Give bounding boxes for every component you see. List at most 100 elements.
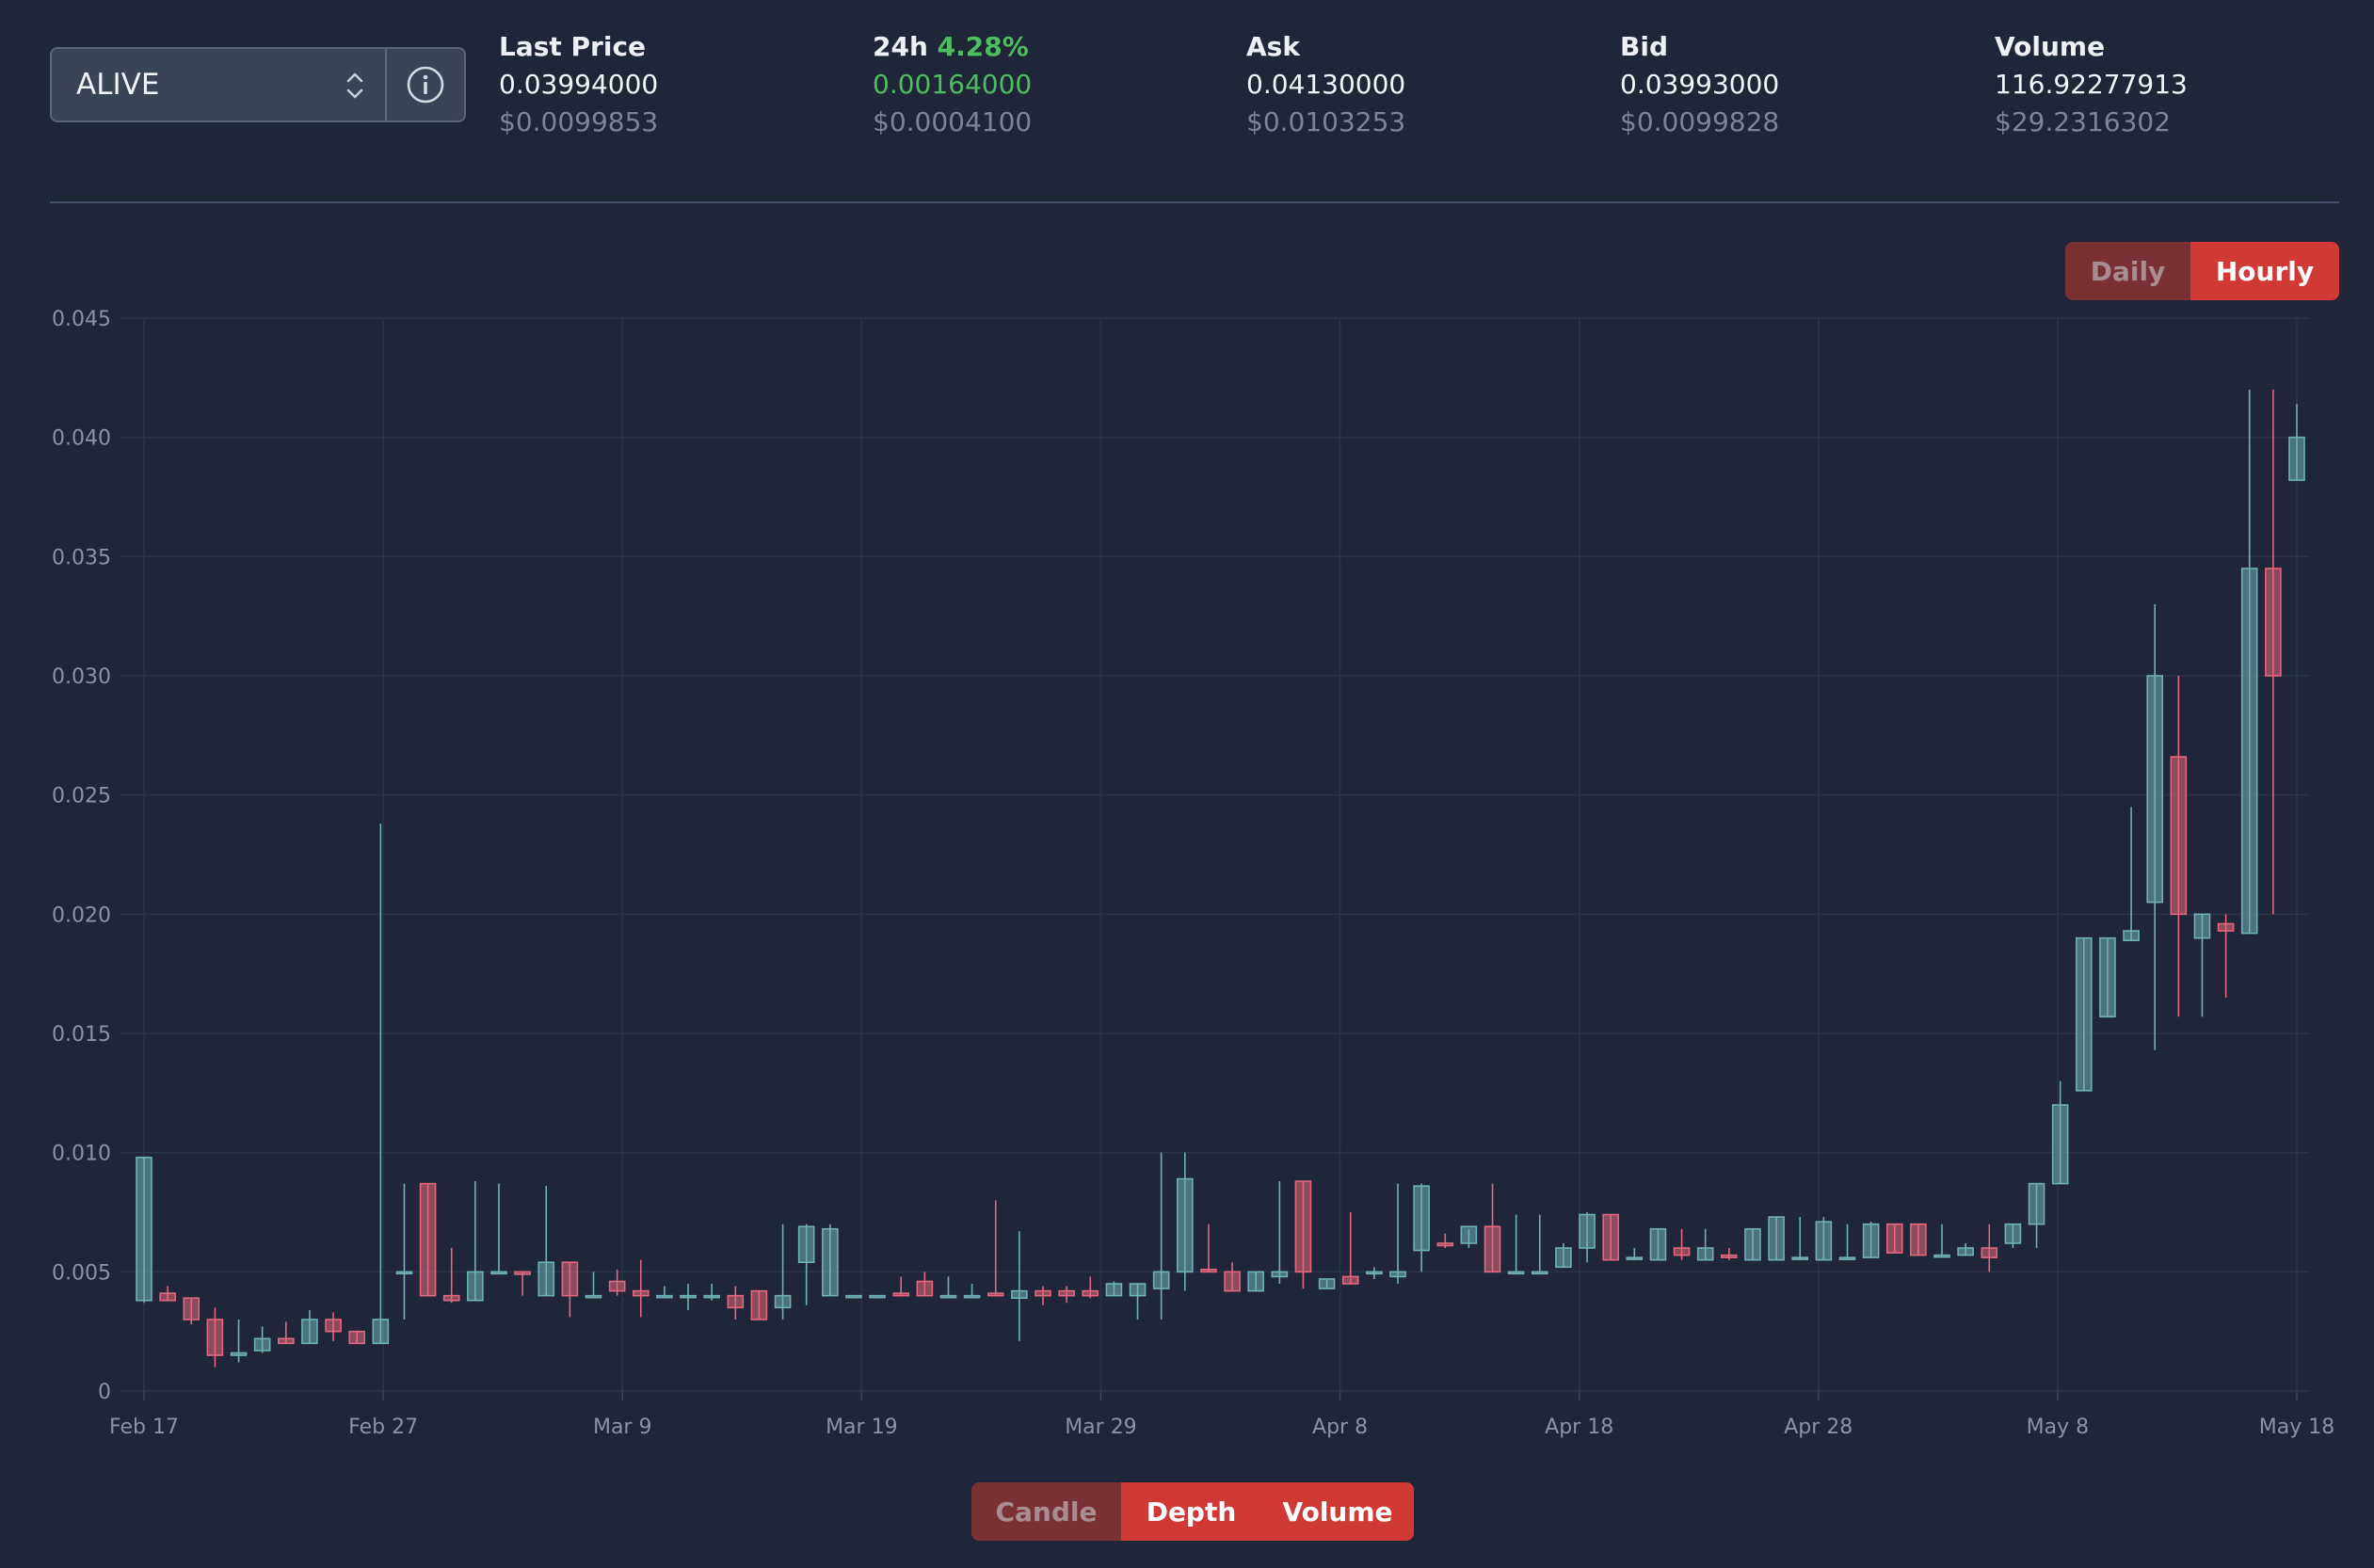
candle-body (2051, 1104, 2069, 1185)
candle (325, 1312, 342, 1341)
candle (822, 1224, 839, 1297)
candle (1696, 1228, 1714, 1261)
candle (727, 1286, 745, 1320)
candle (1177, 1152, 1194, 1291)
candle-body (1129, 1283, 1147, 1297)
candle (939, 1276, 957, 1299)
candle (1579, 1212, 1596, 1263)
candle (419, 1182, 437, 1297)
candle (1105, 1281, 1123, 1297)
candle-body (1294, 1180, 1312, 1273)
candle (1460, 1225, 1478, 1248)
candle-body (1318, 1278, 1336, 1289)
candle-body (1247, 1271, 1264, 1292)
candle (253, 1326, 271, 1353)
candle (1862, 1222, 1880, 1258)
x-axis-labels: Feb 17 Feb 27 Mar 9 Mar 19 Mar 29 Apr 8 Apr 18… (109, 1416, 2334, 1439)
candle (2240, 390, 2258, 935)
candle (1082, 1276, 1099, 1299)
x-tick-label: Mar 29 (1065, 1416, 1137, 1439)
candle (467, 1181, 484, 1302)
candle-body (1436, 1242, 1454, 1247)
view-depth-button[interactable]: Depth (1121, 1482, 1261, 1541)
candle (561, 1261, 579, 1318)
candle (1626, 1248, 1644, 1260)
candle-body (2123, 930, 2140, 941)
candle-body (2240, 568, 2258, 935)
candle-body (206, 1319, 224, 1356)
candle (1436, 1233, 1454, 1248)
view-volume-button[interactable]: Volume (1261, 1482, 1414, 1541)
candle (963, 1284, 981, 1299)
candle-body (1673, 1247, 1691, 1256)
candle-body (1910, 1223, 1927, 1256)
candle-body (1721, 1254, 1738, 1258)
candle (680, 1284, 697, 1310)
candle-body (1105, 1283, 1123, 1297)
candle (869, 1294, 886, 1299)
candle-body (183, 1297, 201, 1320)
candle (1768, 1216, 1785, 1261)
candle (892, 1276, 910, 1297)
candle-body (680, 1294, 697, 1299)
candle (1507, 1214, 1525, 1275)
candle (1341, 1212, 1359, 1285)
candle-body (1152, 1271, 1170, 1289)
candle (1389, 1183, 1406, 1284)
candle (1247, 1271, 1264, 1292)
candle-body (892, 1292, 910, 1297)
candle (1555, 1242, 1572, 1269)
chart-grid (120, 317, 2308, 1400)
y-tick-label: 0.045 (52, 308, 111, 331)
candle (514, 1271, 531, 1296)
view-toggle: Candle Depth Volume (971, 1482, 1414, 1541)
candle (1744, 1227, 1761, 1261)
candle (1484, 1183, 1501, 1273)
candle (2004, 1223, 2022, 1248)
candle (2217, 914, 2235, 998)
candle-body (797, 1225, 815, 1263)
candle (1649, 1227, 1667, 1261)
candle-body (2004, 1223, 2022, 1244)
candle-body (1957, 1247, 1974, 1256)
x-tick-label: May 18 (2259, 1416, 2334, 1439)
view-candle-button[interactable]: Candle (971, 1482, 1121, 1541)
x-tick-label: Mar 9 (593, 1416, 652, 1439)
candle-body (1815, 1221, 1833, 1261)
candle-body (372, 1319, 390, 1345)
candle (986, 1200, 1004, 1297)
candle (1413, 1183, 1430, 1272)
candle (1981, 1224, 1998, 1272)
candle-body (1271, 1271, 1289, 1278)
x-tick-label: Feb 17 (109, 1416, 179, 1439)
candle (2028, 1182, 2045, 1248)
candle (1910, 1223, 1927, 1256)
candle-body (2170, 756, 2188, 916)
candle (632, 1259, 650, 1318)
candle-body (774, 1294, 792, 1309)
candle (442, 1248, 460, 1304)
candle-body (2076, 936, 2093, 1092)
candle (703, 1284, 720, 1301)
candle-body (750, 1289, 768, 1320)
candle (1531, 1214, 1548, 1275)
candle-body (230, 1352, 248, 1356)
candle (1815, 1217, 1833, 1261)
candle (1957, 1242, 1974, 1256)
candle (1200, 1224, 1217, 1273)
candle (277, 1321, 295, 1345)
candle-body (1177, 1177, 1194, 1273)
candle-body (1579, 1213, 1596, 1249)
candle (1602, 1213, 1619, 1261)
x-tick-label: Apr 8 (1312, 1416, 1368, 1439)
candle-body (1484, 1225, 1501, 1273)
candle-body (656, 1294, 673, 1299)
y-tick-label: 0.010 (52, 1143, 111, 1166)
candle (1721, 1248, 1738, 1260)
candle-body (1791, 1256, 1809, 1260)
candle-body (916, 1280, 934, 1297)
candle-body (869, 1294, 886, 1299)
y-tick-label: 0.030 (52, 665, 111, 689)
candle-body (1768, 1216, 1785, 1261)
y-tick-label: 0.015 (52, 1023, 111, 1047)
